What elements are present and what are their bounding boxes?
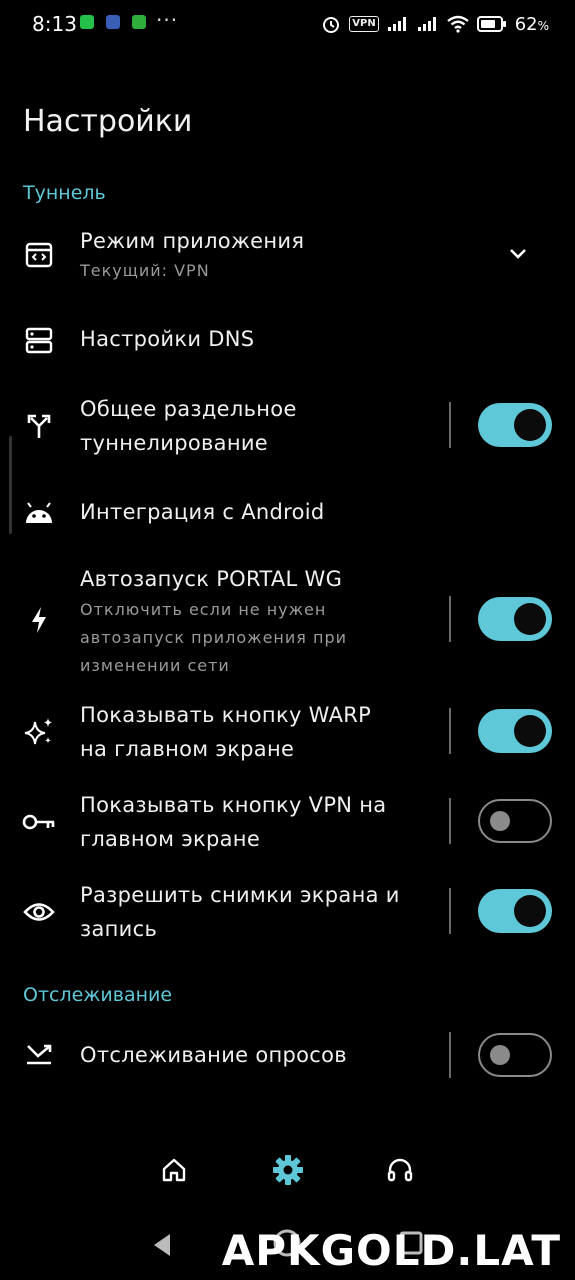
signal-icon: [387, 17, 406, 31]
section-header-tunnel: Туннель: [23, 182, 106, 204]
divider: [449, 1032, 451, 1078]
whatsapp-icon: [80, 15, 94, 29]
autostart-toggle[interactable]: [478, 597, 552, 641]
setting-app-mode[interactable]: Режим приложения Текущий: VPN: [0, 222, 575, 296]
setting-title: Показывать кнопку VPN на: [80, 793, 387, 817]
poll-arrow-icon: [22, 1038, 56, 1072]
battery-icon: [476, 16, 506, 32]
setting-title: Режим приложения: [80, 229, 305, 253]
home-icon[interactable]: [154, 1150, 194, 1190]
sparkles-icon: [22, 715, 56, 749]
dns-server-icon: [22, 323, 56, 357]
android-icon: [22, 496, 56, 530]
key-icon: [22, 805, 56, 839]
setting-show-warp-button[interactable]: Показывать кнопку WARP на главном экране: [0, 698, 575, 766]
settings-icon[interactable]: [268, 1150, 308, 1190]
setting-title: Интеграция с Android: [80, 500, 325, 524]
chevron-down-icon[interactable]: [506, 241, 530, 265]
setting-title: Отслеживание опросов: [80, 1043, 347, 1067]
setting-subtitle-line2: автозапуск приложения при: [80, 628, 348, 647]
battery-level: 62%: [514, 13, 549, 35]
back-icon[interactable]: [150, 1232, 174, 1258]
section-header-tracking: Отслеживание: [23, 984, 173, 1006]
setting-poll-tracking[interactable]: Отслеживание опросов: [0, 1032, 575, 1078]
page-title: Настройки: [23, 104, 193, 139]
split-arrows-icon: [22, 409, 56, 443]
app-notification-icon-2: [132, 15, 146, 29]
setting-title: Разрешить снимки экрана и: [80, 883, 400, 907]
watermark: APKGOLD.LAT: [221, 1226, 561, 1275]
setting-title-line2: главном экране: [80, 827, 261, 851]
setting-split-tunneling[interactable]: Общее раздельное туннелирование: [0, 392, 575, 460]
wifi-icon: [446, 15, 469, 33]
poll-tracking-toggle[interactable]: [478, 1033, 552, 1077]
setting-dns[interactable]: Настройки DNS: [0, 318, 575, 362]
setting-allow-screenshots[interactable]: Разрешить снимки экрана и запись: [0, 878, 575, 946]
signal-icon-2: [417, 17, 436, 31]
setting-title: Общее раздельное: [80, 397, 297, 421]
warp-button-toggle[interactable]: [478, 709, 552, 753]
support-headset-icon[interactable]: [380, 1150, 420, 1190]
vpn-button-toggle[interactable]: [478, 799, 552, 843]
divider: [449, 708, 451, 754]
divider: [449, 888, 451, 934]
divider: [449, 596, 451, 642]
bolt-icon: [22, 603, 56, 637]
app-notification-icon: [106, 15, 120, 29]
app-window-icon: [22, 238, 56, 272]
setting-show-vpn-button[interactable]: Показывать кнопку VPN на главном экране: [0, 788, 575, 856]
eye-icon: [22, 895, 56, 929]
setting-title-line2: на главном экране: [80, 737, 295, 761]
split-tunnel-toggle[interactable]: [478, 403, 552, 447]
setting-title: Автозапуск PORTAL WG: [80, 567, 343, 591]
status-bar: 8:13 ··· VPN 62%: [0, 0, 575, 48]
more-notifications-icon: ···: [156, 8, 179, 32]
alarm-icon: [323, 17, 340, 33]
setting-subtitle: Текущий: VPN: [80, 261, 210, 280]
screenshots-toggle[interactable]: [478, 889, 552, 933]
divider: [449, 798, 451, 844]
setting-android-integration[interactable]: Интеграция с Android: [0, 492, 575, 536]
setting-title: Настройки DNS: [80, 327, 255, 351]
status-time: 8:13: [32, 12, 77, 36]
divider: [449, 402, 451, 448]
setting-subtitle-line3: изменении сети: [80, 656, 230, 675]
setting-autostart[interactable]: Автозапуск PORTAL WG Отключить если не н…: [0, 560, 575, 680]
bottom-navigation: [0, 1140, 575, 1200]
vpn-badge-icon: VPN: [349, 16, 379, 32]
scrollbar: [9, 436, 12, 534]
setting-title-line2: запись: [80, 917, 158, 941]
setting-subtitle-line1: Отключить если не нужен: [80, 600, 327, 619]
setting-title: Показывать кнопку WARP: [80, 703, 372, 727]
setting-title-line2: туннелирование: [80, 431, 269, 455]
